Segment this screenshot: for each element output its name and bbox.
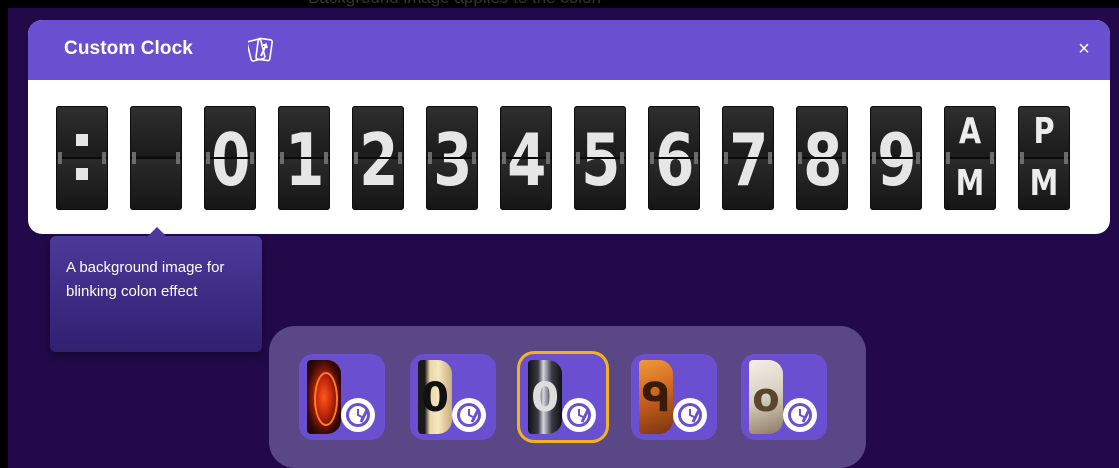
colon-dot	[76, 168, 88, 180]
theme-preview: 0	[418, 360, 452, 434]
tile-hinge	[250, 152, 254, 164]
custom-clock-panel: Custom Clock × :0123456789AMPM	[28, 20, 1110, 234]
theme-option-wood[interactable]: ᑫ	[631, 354, 717, 440]
tile-digit-5[interactable]: 5	[574, 106, 626, 210]
tile-ampm-top: P	[1033, 111, 1055, 152]
tile-digit-label: 7	[729, 118, 768, 202]
theme-preview: o	[749, 360, 783, 434]
tooltip: A background image for blinking colon ef…	[50, 227, 262, 352]
tile-digit-8[interactable]: 8	[796, 106, 848, 210]
tile-digit-label: 5	[581, 118, 620, 202]
tile-hinge	[398, 152, 402, 164]
tile-hinge	[176, 152, 180, 164]
preview-glyph: o	[752, 375, 780, 421]
tile-hinge	[546, 152, 550, 164]
tile-hinge	[280, 152, 284, 164]
tile-digit-0[interactable]: 0	[204, 106, 256, 210]
tile-hinge	[102, 152, 106, 164]
theme-tray: 0 0 ᑫ o	[269, 326, 866, 468]
tile-hinge	[428, 152, 432, 164]
tile-digit-3[interactable]: 3	[426, 106, 478, 210]
tile-hinge	[650, 152, 654, 164]
tile-digit-7[interactable]: 7	[722, 106, 774, 210]
tile-hinge	[324, 152, 328, 164]
tile-hinge	[620, 152, 624, 164]
theme-preview: ᑫ	[639, 360, 673, 434]
tooltip-text: A background image for blinking colon ef…	[66, 259, 225, 300]
tile-am[interactable]: AM	[944, 106, 996, 210]
tile-digit-label: 2	[359, 118, 398, 202]
panel-header: Custom Clock ×	[28, 20, 1110, 80]
top-caption: Background image applies to the colon	[308, 0, 601, 16]
tile-hinge	[502, 152, 506, 164]
app-stage: Background image applies to the colon Cu…	[8, 0, 1119, 468]
clock-edit-icon	[341, 398, 375, 432]
tile-hinge	[724, 152, 728, 164]
tile-ampm-bottom: M	[1029, 163, 1059, 204]
tile-hinge	[946, 152, 950, 164]
theme-preview	[307, 360, 341, 434]
tile-hinge	[916, 152, 920, 164]
theme-option-nixie[interactable]	[299, 354, 385, 440]
theme-option-flip[interactable]: 0	[520, 354, 606, 440]
theme-option-classic[interactable]: 0	[410, 354, 496, 440]
tile-blank[interactable]	[130, 106, 182, 210]
tile-digit-9[interactable]: 9	[870, 106, 922, 210]
tile-hinge	[842, 152, 846, 164]
tile-digit-label: 4	[507, 118, 546, 202]
theme-preview: 0	[528, 360, 562, 434]
tile-hinge	[354, 152, 358, 164]
tile-hinge	[990, 152, 994, 164]
tile-hinge	[132, 152, 136, 164]
colon-dot	[76, 134, 88, 146]
preview-glyph: ᑫ	[641, 375, 671, 421]
tile-hinge	[768, 152, 772, 164]
tile-hinge	[798, 152, 802, 164]
preview-glyph: 0	[421, 375, 449, 421]
tile-digit-6[interactable]: 6	[648, 106, 700, 210]
tile-hinge	[872, 152, 876, 164]
tile-digit-label: 0	[211, 118, 250, 202]
blank-dash	[136, 156, 176, 159]
cards-icon[interactable]	[246, 36, 274, 64]
tile-digit-label: 8	[803, 118, 842, 202]
tile-hinge	[694, 152, 698, 164]
tile-ampm-bottom: M	[955, 163, 985, 204]
tile-digit-1[interactable]: 1	[278, 106, 330, 210]
theme-option-vintage[interactable]: o	[741, 354, 827, 440]
clock-edit-icon	[562, 398, 596, 432]
tile-hinge	[576, 152, 580, 164]
panel-title: Custom Clock	[64, 38, 193, 59]
tile-hinge	[1064, 152, 1068, 164]
clock-edit-icon	[673, 398, 707, 432]
tile-digit-label: 6	[655, 118, 694, 202]
tile-hinge	[472, 152, 476, 164]
tile-hinge	[58, 152, 62, 164]
tile-digit-label: 9	[877, 118, 916, 202]
tile-hinge	[1020, 152, 1024, 164]
clock-edit-icon	[452, 398, 486, 432]
tile-digit-label: 1	[285, 118, 324, 202]
tile-hinge	[206, 152, 210, 164]
tile-pm[interactable]: PM	[1018, 106, 1070, 210]
close-button[interactable]: ×	[1074, 39, 1094, 59]
tile-ampm-top: A	[958, 111, 982, 152]
tile-colon[interactable]: :	[56, 106, 108, 210]
tile-digit-4[interactable]: 4	[500, 106, 552, 210]
tile-digit-2[interactable]: 2	[352, 106, 404, 210]
preview-glyph: 0	[531, 375, 559, 421]
clock-edit-icon	[783, 398, 817, 432]
tile-digit-label: 3	[433, 118, 472, 202]
preview-ring	[314, 372, 338, 426]
